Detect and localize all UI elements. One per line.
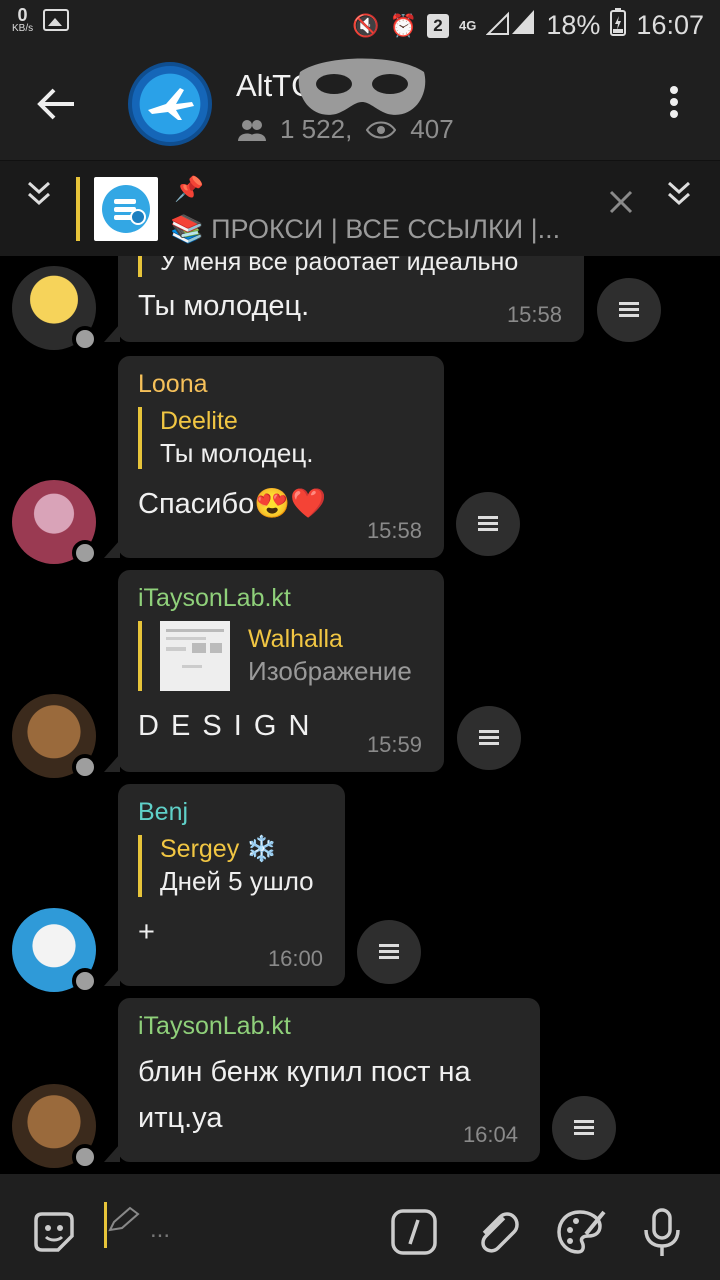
close-icon[interactable] xyxy=(608,189,634,215)
clock: 16:07 xyxy=(636,10,704,40)
online-eye-icon xyxy=(366,121,397,138)
message-time: 15:59 xyxy=(366,732,422,757)
members-icon xyxy=(238,119,266,141)
microphone-icon[interactable] xyxy=(640,1208,684,1258)
status-bar: 0 KB/s 🔇 ⏰ 2 4G 18% 16:07 xyxy=(0,0,720,48)
message-time: 16:00 xyxy=(267,946,323,971)
attach-icon[interactable] xyxy=(474,1208,522,1256)
online-status-icon xyxy=(72,1144,98,1170)
sender-name[interactable]: iTaysonLab.kt xyxy=(138,584,424,613)
members-count: 1 522, xyxy=(280,114,353,144)
user-avatar[interactable] xyxy=(12,480,98,566)
message-time: 15:58 xyxy=(366,518,422,543)
message-menu-button[interactable] xyxy=(456,492,520,556)
online-status-icon xyxy=(72,540,98,566)
user-avatar[interactable] xyxy=(12,694,98,780)
message-bubble[interactable]: iTaysonLab.kt Walhalla Изображение D E S… xyxy=(104,570,444,772)
user-avatar[interactable] xyxy=(12,266,98,352)
sim-badge: 2 xyxy=(427,13,450,38)
back-arrow-icon[interactable] xyxy=(34,82,78,126)
battery-percent: 18% xyxy=(546,10,601,40)
battery-icon xyxy=(610,8,627,43)
user-avatar[interactable] xyxy=(12,1084,98,1170)
quote-text: У меня все работает идеально xyxy=(160,256,519,276)
pencil-icon xyxy=(108,1206,140,1232)
quote-author: Sergey ❄️ xyxy=(160,835,278,863)
image-notification-icon xyxy=(43,9,70,31)
mute-icon: 🔇 xyxy=(352,12,380,38)
pinned-accent-bar xyxy=(76,177,80,241)
message-menu-button[interactable] xyxy=(552,1096,616,1160)
message-bubble[interactable]: Benj Sergey ❄️ Дней 5 ушло + 16:00 xyxy=(104,784,345,986)
quote-text: Изображение xyxy=(248,656,412,686)
reply-quote[interactable]: Walhalla Изображение xyxy=(138,621,424,691)
message-list[interactable]: У меня все работает идеально Ты молодец.… xyxy=(0,256,720,1174)
channel-stats: 1 522, 407 xyxy=(238,114,454,145)
message-text-line: блин бенж купил пост на xyxy=(138,1056,471,1088)
network-type: 4G xyxy=(459,18,477,33)
sender-name[interactable]: iTaysonLab.kt xyxy=(138,1012,520,1041)
reply-quote: У меня все работает идеально xyxy=(138,256,564,277)
pinned-message-bar[interactable]: 📌 📚 ПРОКСИ | ВСЕ ССЫЛКИ |... xyxy=(0,160,720,256)
pushpin-icon: 📌 xyxy=(174,176,204,203)
quote-author: Walhalla xyxy=(248,625,343,653)
message-bubble[interactable]: iTaysonLab.kt блин бенж купил пост на ит… xyxy=(104,998,540,1162)
collapse-chevrons-icon[interactable] xyxy=(26,179,52,207)
signal-icon xyxy=(485,8,536,43)
message-input-bar: ... xyxy=(0,1174,720,1280)
alarm-icon: ⏰ xyxy=(389,12,418,38)
online-status-icon xyxy=(72,968,98,994)
message-text: Ты молодец. xyxy=(138,290,310,322)
pinned-text: 📚 ПРОКСИ | ВСЕ ССЫЛКИ |... xyxy=(170,214,561,244)
sticker-icon[interactable] xyxy=(30,1208,78,1256)
message-input[interactable]: ... xyxy=(150,1216,170,1244)
online-status-icon xyxy=(72,326,98,352)
paint-palette-icon[interactable] xyxy=(556,1208,608,1256)
quote-author: Deelite xyxy=(160,407,238,435)
sender-name[interactable]: Loona xyxy=(138,370,424,399)
message-menu-button[interactable] xyxy=(357,920,421,984)
more-menu-icon[interactable] xyxy=(670,86,680,122)
message-time: 16:04 xyxy=(462,1122,518,1147)
quote-text: Ты молодец. xyxy=(160,438,314,468)
channel-avatar[interactable] xyxy=(128,62,212,146)
reply-quote[interactable]: Sergey ❄️ Дней 5 ушло xyxy=(138,835,325,897)
network-speed-unit: KB/s xyxy=(12,23,34,34)
chat-header: AltTG 🔇 1 522, 407 xyxy=(0,48,720,160)
quote-image-thumbnail xyxy=(160,621,230,691)
quote-text: Дней 5 ушло xyxy=(160,866,314,896)
network-speed-value: 0 xyxy=(17,5,28,25)
expand-chevrons-icon[interactable] xyxy=(666,179,692,207)
online-count: 407 xyxy=(410,114,454,144)
online-status-icon xyxy=(72,754,98,780)
message-menu-button[interactable] xyxy=(457,706,521,770)
message-menu-button[interactable] xyxy=(597,278,661,342)
bot-commands-icon[interactable] xyxy=(390,1208,438,1256)
text-cursor xyxy=(104,1202,107,1248)
message-time: 15:58 xyxy=(506,302,562,327)
message-bubble[interactable]: Loona Deelite Ты молодец. Спасибо😍❤️ 15:… xyxy=(104,356,444,558)
reply-quote[interactable]: Deelite Ты молодец. xyxy=(138,407,424,469)
user-avatar[interactable] xyxy=(12,908,98,994)
pinned-thumbnail xyxy=(94,177,158,241)
message-bubble[interactable]: У меня все работает идеально Ты молодец.… xyxy=(104,256,584,342)
sender-name[interactable]: Benj xyxy=(138,798,325,827)
network-speed: 0 KB/s xyxy=(12,6,33,34)
